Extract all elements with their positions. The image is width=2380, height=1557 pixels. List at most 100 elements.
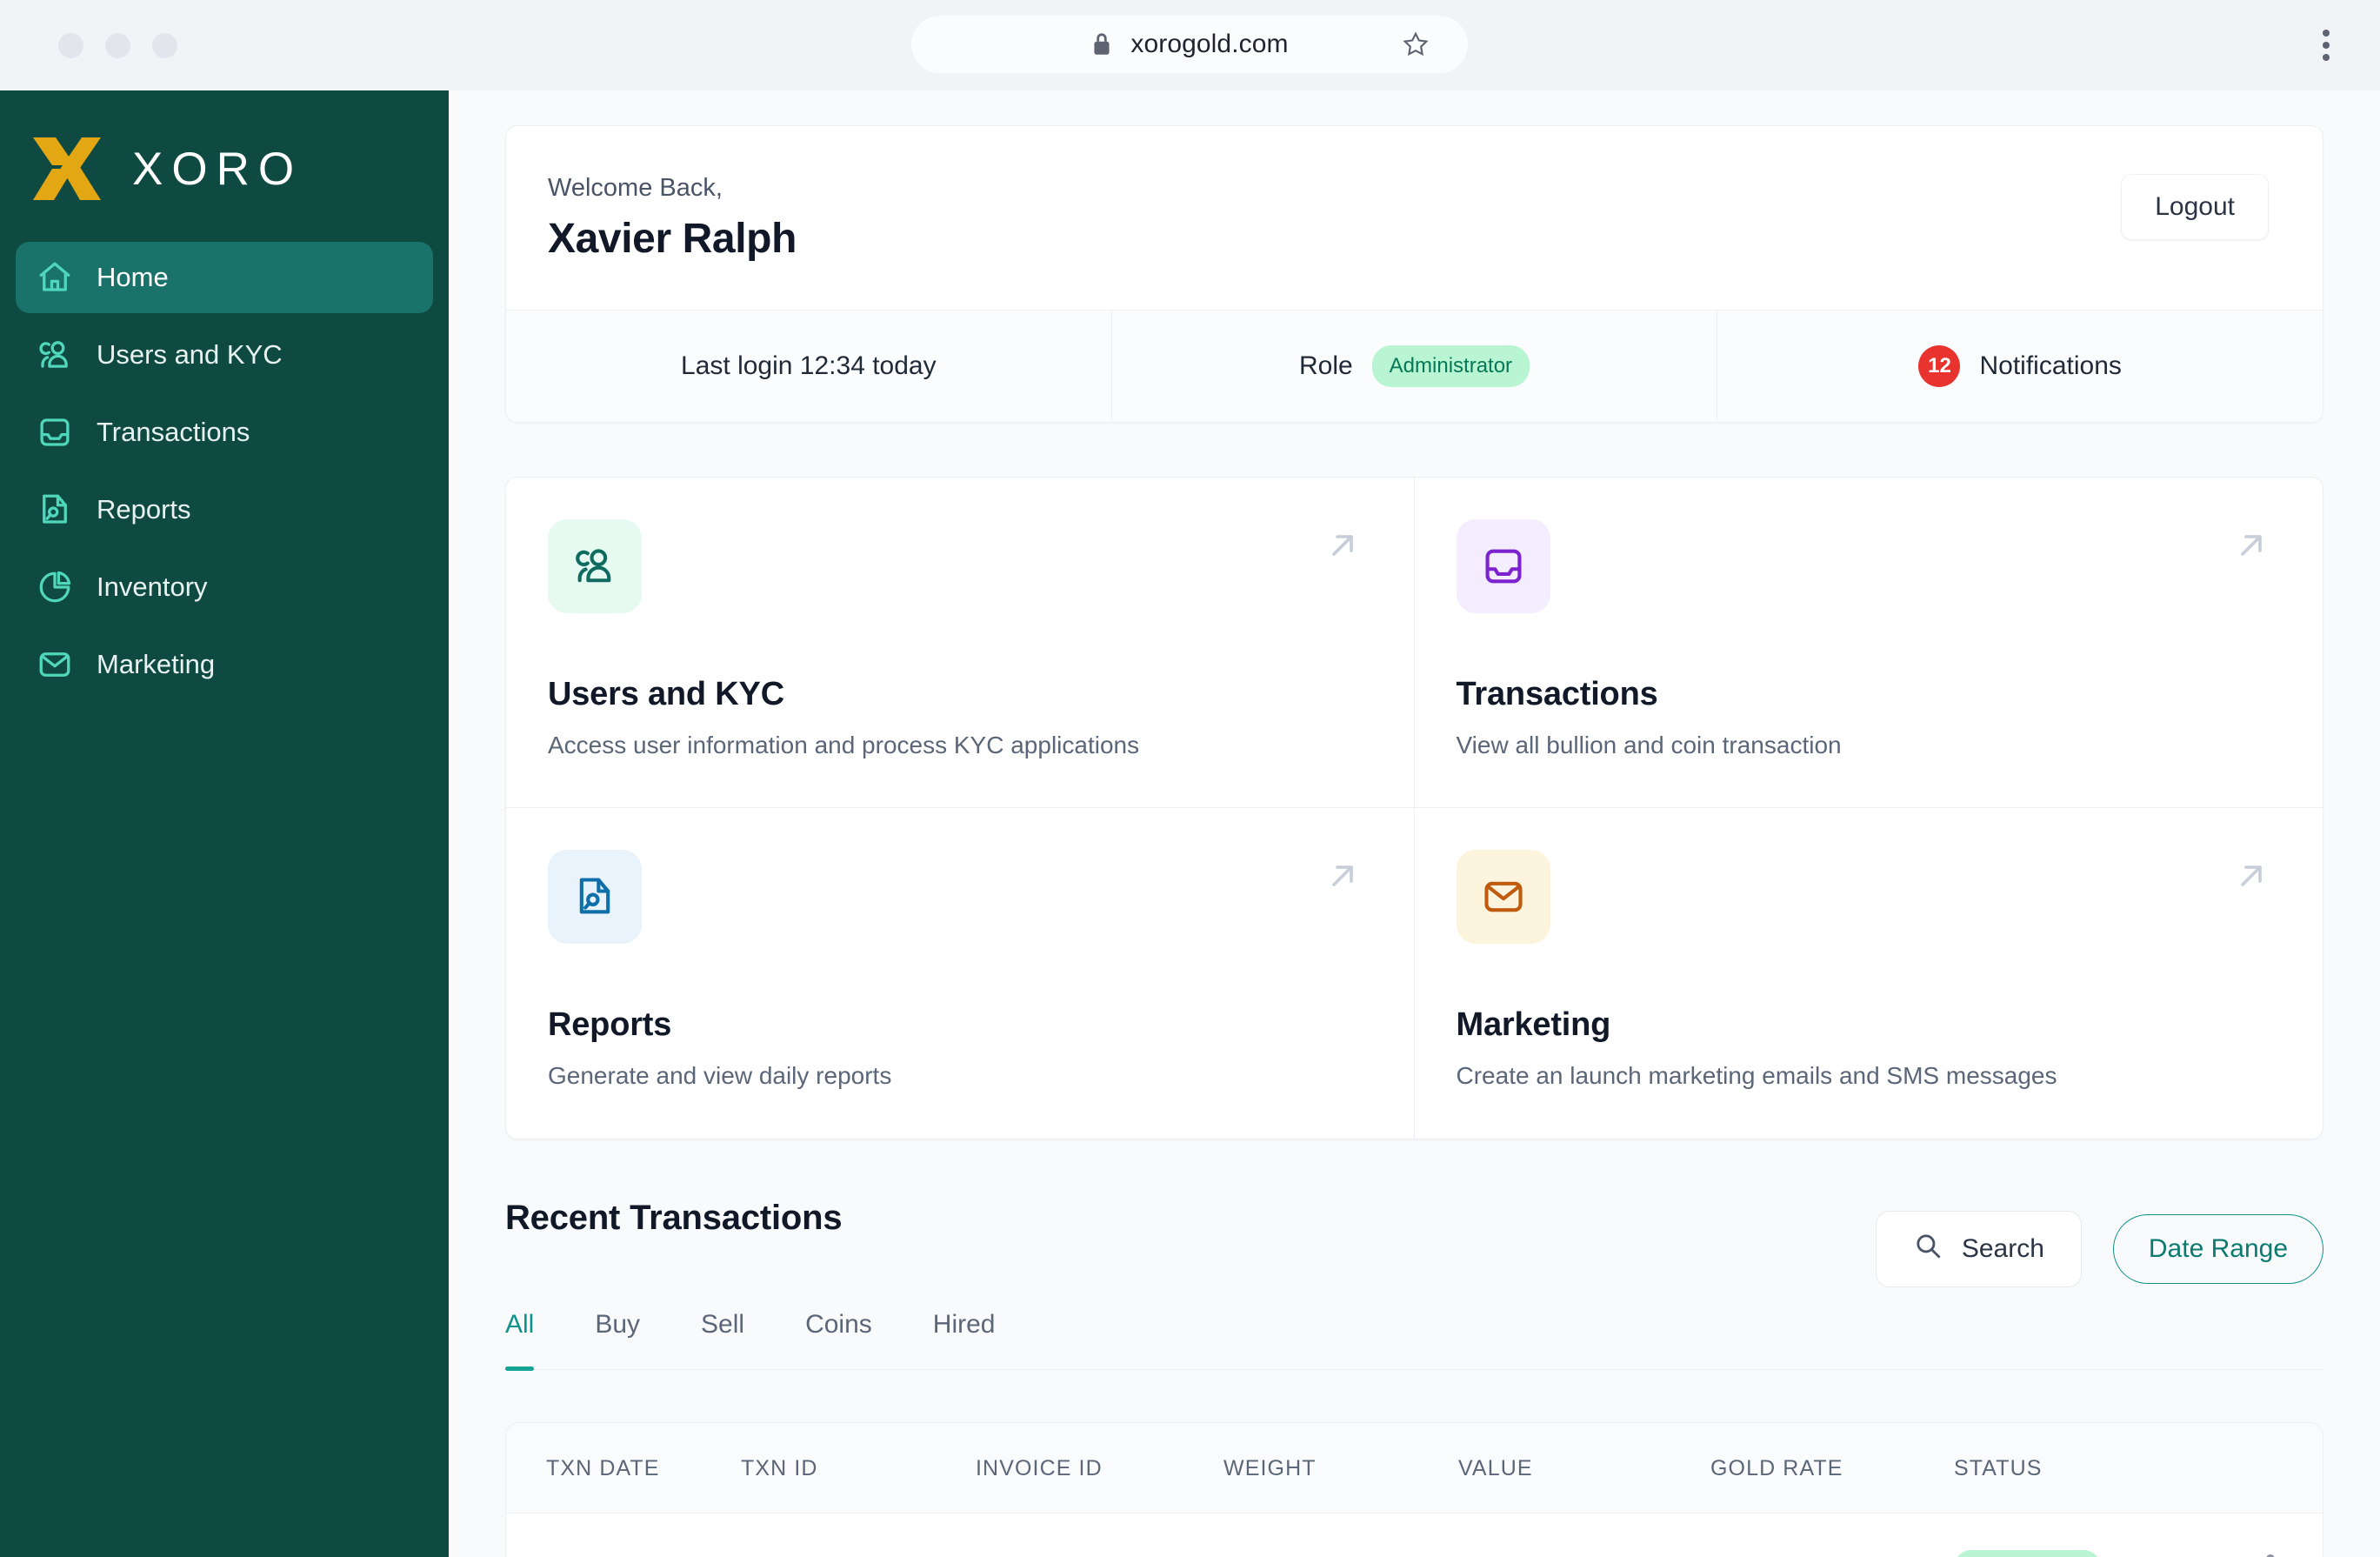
sidebar-item-home[interactable]: Home — [16, 242, 433, 313]
logout-button[interactable]: Logout — [2121, 174, 2269, 240]
cell-weight: +15 gm — [1223, 1513, 1458, 1557]
feature-card-title: Transactions — [1456, 676, 1658, 712]
feature-card-description: Create an launch marketing emails and SM… — [1456, 1062, 2057, 1089]
feature-card-description: Generate and view daily reports — [548, 1062, 892, 1089]
inbox-icon — [37, 414, 73, 451]
tab-sell[interactable]: Sell — [701, 1310, 744, 1369]
sidebar-item-marketing[interactable]: Marketing — [16, 629, 433, 700]
main-content: Welcome Back, Xavier Ralph Logout Last l… — [449, 90, 2380, 1557]
tab-all[interactable]: All — [505, 1310, 535, 1371]
welcome-greeting: Welcome Back, — [548, 174, 723, 202]
inbox-icon-tile — [1456, 519, 1550, 613]
column-header-txn-id[interactable]: TXN ID — [741, 1423, 976, 1514]
table-header-row: TXN DATE TXN ID INVOICE ID WEIGHT VALUE … — [506, 1423, 2323, 1514]
pie-chart-icon — [37, 569, 73, 605]
app-root: XORO Home Users and KYC Transactions Rep… — [0, 90, 2380, 1557]
open-arrow-icon[interactable] — [1322, 525, 1363, 571]
cell-txn-date: 13/1/23 — [506, 1513, 741, 1557]
sidebar-item-label: Reports — [97, 494, 191, 525]
feature-card-description: Access user information and process KYC … — [548, 732, 1140, 758]
column-header-gold-rate[interactable]: GOLD RATE — [1710, 1423, 1954, 1514]
tab-buy[interactable]: Buy — [595, 1310, 640, 1369]
status-badge: Successful — [1954, 1550, 2101, 1557]
table-row[interactable]: 13/1/23 XORO124421 XORO124421 +15 gm €83… — [506, 1513, 2323, 1557]
tab-coins[interactable]: Coins — [805, 1310, 872, 1369]
column-header-weight[interactable]: WEIGHT — [1223, 1423, 1458, 1514]
user-name: Xavier Ralph — [548, 216, 797, 262]
feature-card-transactions[interactable]: Transactions View all bullion and coin t… — [1414, 478, 2323, 808]
date-range-button[interactable]: Date Range — [2112, 1214, 2323, 1284]
feature-card-users-and-kyc[interactable]: Users and KYC Access user information an… — [506, 478, 1415, 808]
last-login-label: Last login 12:34 today — [681, 351, 937, 380]
transactions-table: TXN DATE TXN ID INVOICE ID WEIGHT VALUE … — [505, 1422, 2323, 1557]
feature-card-title: Reports — [548, 1006, 672, 1043]
feature-card-marketing[interactable]: Marketing Create an launch marketing ema… — [1415, 808, 2323, 1139]
window-minimize-dot[interactable] — [105, 32, 130, 58]
open-arrow-icon[interactable] — [1322, 855, 1363, 901]
column-header-value[interactable]: VALUE — [1458, 1423, 1710, 1514]
notifications-label: Notifications — [1979, 351, 2122, 380]
cell-invoice-id: XORO124421 — [976, 1513, 1223, 1557]
feature-card-title: Marketing — [1456, 1006, 1611, 1043]
search-button[interactable]: Search — [1875, 1211, 2082, 1287]
column-header-invoice-id[interactable]: INVOICE ID — [976, 1423, 1223, 1514]
window-close-dot[interactable] — [58, 32, 83, 58]
cell-value: €838.5 — [1458, 1513, 1710, 1557]
sidebar-item-label: Inventory — [97, 571, 208, 602]
column-header-txn-date[interactable]: TXN DATE — [506, 1423, 741, 1514]
sidebar-item-label: Marketing — [97, 649, 216, 679]
cell-txn-id: XORO124421 — [741, 1513, 976, 1557]
role-stat: Role Administrator — [1110, 311, 1717, 422]
sidebar-item-label: Home — [97, 262, 169, 292]
welcome-card: Welcome Back, Xavier Ralph Logout Last l… — [505, 125, 2323, 423]
lock-icon — [1090, 31, 1113, 57]
transaction-filter-tabs: All Buy Sell Coins Hired — [505, 1310, 2323, 1371]
xoro-logo-icon — [30, 132, 104, 205]
address-bar[interactable]: xorogold.com — [911, 16, 1468, 73]
envelope-icon — [37, 646, 73, 683]
browser-menu-icon[interactable] — [2323, 30, 2330, 61]
sidebar-item-label: Transactions — [97, 417, 250, 447]
row-menu-icon[interactable] — [2218, 1554, 2323, 1557]
notification-count-badge: 12 — [1918, 345, 1961, 387]
sidebar-item-reports[interactable]: Reports — [16, 474, 433, 545]
welcome-stats: Last login 12:34 today Role Administrato… — [506, 310, 2323, 422]
search-icon — [1913, 1231, 1943, 1267]
window-maximize-dot[interactable] — [152, 32, 177, 58]
feature-card-description: View all bullion and coin transaction — [1456, 732, 1842, 758]
page-title: Recent Transactions — [505, 1199, 843, 1237]
brand-name: XORO — [132, 143, 303, 195]
open-arrow-icon[interactable] — [2230, 855, 2272, 901]
cell-actions — [2218, 1513, 2323, 1557]
search-button-label: Search — [1961, 1234, 2044, 1263]
role-badge: Administrator — [1371, 345, 1530, 387]
sidebar-nav: Home Users and KYC Transactions Reports — [0, 242, 449, 700]
welcome-header: Welcome Back, Xavier Ralph Logout — [506, 126, 2323, 310]
bookmark-star-icon[interactable] — [1402, 30, 1430, 58]
cell-status: Successful — [1954, 1513, 2218, 1557]
browser-chrome: xorogold.com — [0, 0, 2380, 90]
window-controls — [58, 32, 177, 58]
users-icon-tile — [548, 519, 642, 613]
sidebar-item-transactions[interactable]: Transactions — [16, 397, 433, 468]
column-header-status[interactable]: STATUS — [1954, 1423, 2218, 1514]
feature-card-grid: Users and KYC Access user information an… — [505, 477, 2323, 1139]
recent-transactions-toolbar: Search Date Range — [1875, 1211, 2323, 1287]
open-arrow-icon[interactable] — [2230, 525, 2272, 571]
sidebar-item-users-and-kyc[interactable]: Users and KYC — [16, 319, 433, 391]
cell-gold-rate: €55.90 — [1710, 1513, 1954, 1557]
tab-hired[interactable]: Hired — [933, 1310, 996, 1369]
notifications-stat[interactable]: 12 Notifications — [1717, 311, 2323, 422]
column-header-actions — [2218, 1423, 2323, 1514]
sidebar: XORO Home Users and KYC Transactions Rep… — [0, 90, 449, 1557]
sidebar-item-inventory[interactable]: Inventory — [16, 551, 433, 623]
url-text: xorogold.com — [1130, 30, 1289, 58]
recent-transactions-section: Recent Transactions Search Date Range Al… — [505, 1199, 2323, 1557]
document-search-icon-tile — [548, 850, 642, 944]
last-login-stat: Last login 12:34 today — [506, 311, 1111, 422]
feature-card-reports[interactable]: Reports Generate and view daily reports — [506, 808, 1415, 1139]
sidebar-item-label: Users and KYC — [97, 339, 283, 370]
feature-card-title: Users and KYC — [548, 676, 784, 712]
role-label: Role — [1298, 351, 1353, 380]
users-icon — [37, 337, 73, 373]
